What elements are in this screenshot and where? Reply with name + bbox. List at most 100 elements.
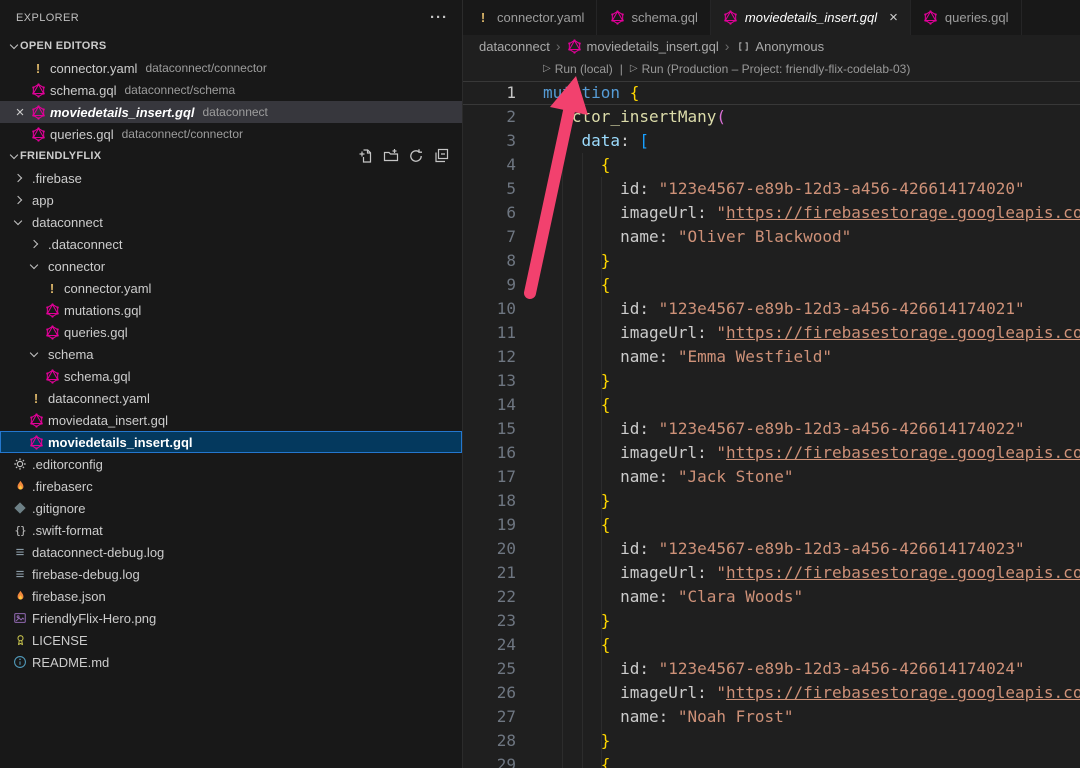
- tree-item-LICENSE[interactable]: LICENSE: [0, 629, 462, 651]
- tree-item-firebase.json[interactable]: firebase.json: [0, 585, 462, 607]
- tree-item-label: schema: [48, 347, 94, 362]
- tree-item-dataconnect-debug.log[interactable]: ≡dataconnect-debug.log: [0, 541, 462, 563]
- chevron-down-icon: [9, 40, 17, 48]
- line-number: 12: [463, 345, 516, 369]
- code-line-28[interactable]: 28 }: [463, 729, 1080, 753]
- code-line-21[interactable]: 21 imageUrl: "https://firebasestorage.go…: [463, 561, 1080, 585]
- run-local-label: Run (local): [555, 57, 613, 81]
- tab-connector.yaml[interactable]: !connector.yaml: [463, 0, 597, 35]
- tab-schema.gql[interactable]: schema.gql: [597, 0, 710, 35]
- chevron-right-icon: ›: [556, 38, 561, 54]
- code-line-9[interactable]: 9 {: [463, 273, 1080, 297]
- code-line-18[interactable]: 18 }: [463, 489, 1080, 513]
- code-line-10[interactable]: 10 id: "123e4567-e89b-12d3-a456-42661417…: [463, 297, 1080, 321]
- tree-item-dataconnect[interactable]: dataconnect: [0, 211, 462, 233]
- code-line-24[interactable]: 24 {: [463, 633, 1080, 657]
- tree-item-.dataconnect[interactable]: .dataconnect: [0, 233, 462, 255]
- code-line-19[interactable]: 19 {: [463, 513, 1080, 537]
- code-line-27[interactable]: 27 name: "Noah Frost": [463, 705, 1080, 729]
- tree-item-queries.gql[interactable]: queries.gql: [0, 321, 462, 343]
- run-local-action[interactable]: ▷ Run (local): [543, 57, 613, 81]
- tree-item-label: dataconnect.yaml: [48, 391, 150, 406]
- code-line-3[interactable]: 3 data: [: [463, 129, 1080, 153]
- tree-item-.firebaserc[interactable]: .firebaserc: [0, 475, 462, 497]
- tree-item-schema[interactable]: schema: [0, 343, 462, 365]
- open-editor-item[interactable]: ×moviedetails_insert.gqldataconnect: [0, 101, 462, 123]
- code-line-22[interactable]: 22 name: "Clara Woods": [463, 585, 1080, 609]
- breadcrumb-item-moviedetails_insert.gql[interactable]: moviedetails_insert.gql: [567, 38, 719, 54]
- open-editors-header[interactable]: OPEN EDITORS: [0, 35, 462, 57]
- breadcrumb-item-dataconnect[interactable]: dataconnect: [479, 39, 550, 54]
- tree-item-moviedetails_insert.gql[interactable]: moviedetails_insert.gql: [0, 431, 462, 453]
- code-line-17[interactable]: 17 name: "Jack Stone": [463, 465, 1080, 489]
- line-number: 2: [463, 105, 516, 129]
- code-line-26[interactable]: 26 imageUrl: "https://firebasestorage.go…: [463, 681, 1080, 705]
- tree-item-.gitignore[interactable]: .gitignore: [0, 497, 462, 519]
- code-line-25[interactable]: 25 id: "123e4567-e89b-12d3-a456-42661417…: [463, 657, 1080, 681]
- tree-item-app[interactable]: app: [0, 189, 462, 211]
- line-content: id: "123e4567-e89b-12d3-a456-42661417402…: [516, 297, 1025, 321]
- code-line-1[interactable]: 1mutation {: [463, 81, 1080, 105]
- code-editor[interactable]: ▷ Run (local) | ▷ Run (Production – Proj…: [463, 57, 1080, 768]
- tree-item-dataconnect.yaml[interactable]: !dataconnect.yaml: [0, 387, 462, 409]
- play-icon: ▷: [630, 57, 638, 81]
- tree-item-moviedata_insert.gql[interactable]: moviedata_insert.gql: [0, 409, 462, 431]
- project-header[interactable]: FRIENDLYFLIX: [0, 145, 462, 167]
- code-line-4[interactable]: 4 {: [463, 153, 1080, 177]
- code-line-7[interactable]: 7 name: "Oliver Blackwood": [463, 225, 1080, 249]
- code-line-12[interactable]: 12 name: "Emma Westfield": [463, 345, 1080, 369]
- line-number: 26: [463, 681, 516, 705]
- line-content: imageUrl: "https://firebasestorage.googl…: [516, 561, 1080, 585]
- refresh-icon[interactable]: [408, 148, 424, 164]
- code-line-20[interactable]: 20 id: "123e4567-e89b-12d3-a456-42661417…: [463, 537, 1080, 561]
- tree-item-README.md[interactable]: README.md: [0, 651, 462, 673]
- code-line-23[interactable]: 23 }: [463, 609, 1080, 633]
- tab-queries.gql[interactable]: queries.gql: [911, 0, 1022, 35]
- line-number: 24: [463, 633, 516, 657]
- open-editor-item[interactable]: queries.gqldataconnect/connector: [0, 123, 462, 145]
- code-line-8[interactable]: 8 }: [463, 249, 1080, 273]
- open-editor-item[interactable]: !connector.yamldataconnect/connector: [0, 57, 462, 79]
- tree-item-FriendlyFlix-Hero.png[interactable]: FriendlyFlix-Hero.png: [0, 607, 462, 629]
- tree-item-schema.gql[interactable]: schema.gql: [0, 365, 462, 387]
- breadcrumb-item-Anonymous[interactable]: Anonymous: [735, 38, 824, 54]
- collapse-all-icon[interactable]: [433, 148, 449, 164]
- code-line-11[interactable]: 11 imageUrl: "https://firebasestorage.go…: [463, 321, 1080, 345]
- open-editor-item[interactable]: schema.gqldataconnect/schema: [0, 79, 462, 101]
- tree-item-firebase-debug.log[interactable]: ≡firebase-debug.log: [0, 563, 462, 585]
- open-editor-name: moviedetails_insert.gql: [50, 105, 195, 120]
- line-content: {: [516, 753, 610, 768]
- tree-item-connector[interactable]: connector: [0, 255, 462, 277]
- line-content: name: "Emma Westfield": [516, 345, 832, 369]
- code-line-16[interactable]: 16 imageUrl: "https://firebasestorage.go…: [463, 441, 1080, 465]
- code-line-29[interactable]: 29 {: [463, 753, 1080, 768]
- new-folder-icon[interactable]: [383, 148, 399, 164]
- line-content: }: [516, 609, 610, 633]
- tree-item-.swift-format[interactable]: {}.swift-format: [0, 519, 462, 541]
- code-line-6[interactable]: 6 imageUrl: "https://firebasestorage.goo…: [463, 201, 1080, 225]
- new-file-icon[interactable]: [358, 148, 374, 164]
- more-actions-icon[interactable]: ···: [430, 9, 448, 26]
- graphql-icon: [609, 10, 625, 26]
- code-line-13[interactable]: 13 }: [463, 369, 1080, 393]
- line-content: }: [516, 729, 610, 753]
- tab-moviedetails_insert.gql[interactable]: moviedetails_insert.gql×: [711, 0, 911, 35]
- breadcrumb-label: Anonymous: [755, 39, 824, 54]
- code-line-14[interactable]: 14 {: [463, 393, 1080, 417]
- line-content: id: "123e4567-e89b-12d3-a456-42661417402…: [516, 657, 1025, 681]
- flame-icon: [12, 588, 28, 604]
- code-line-15[interactable]: 15 id: "123e4567-e89b-12d3-a456-42661417…: [463, 417, 1080, 441]
- close-icon[interactable]: ×: [889, 9, 898, 26]
- run-production-action[interactable]: ▷ Run (Production – Project: friendly-fl…: [630, 57, 911, 81]
- code-line-5[interactable]: 5 id: "123e4567-e89b-12d3-a456-426614174…: [463, 177, 1080, 201]
- tree-item-.editorconfig[interactable]: .editorconfig: [0, 453, 462, 475]
- open-editors-list: !connector.yamldataconnect/connectorsche…: [0, 57, 462, 145]
- code-line-2[interactable]: 2 actor_insertMany(: [463, 105, 1080, 129]
- tree-item-connector.yaml[interactable]: !connector.yaml: [0, 277, 462, 299]
- tree-item-.firebase[interactable]: .firebase: [0, 167, 462, 189]
- tree-item-label: connector.yaml: [64, 281, 151, 296]
- tree-item-label: LICENSE: [32, 633, 88, 648]
- tree-item-mutations.gql[interactable]: mutations.gql: [0, 299, 462, 321]
- diamond-icon: [12, 500, 28, 516]
- close-icon[interactable]: ×: [10, 104, 30, 121]
